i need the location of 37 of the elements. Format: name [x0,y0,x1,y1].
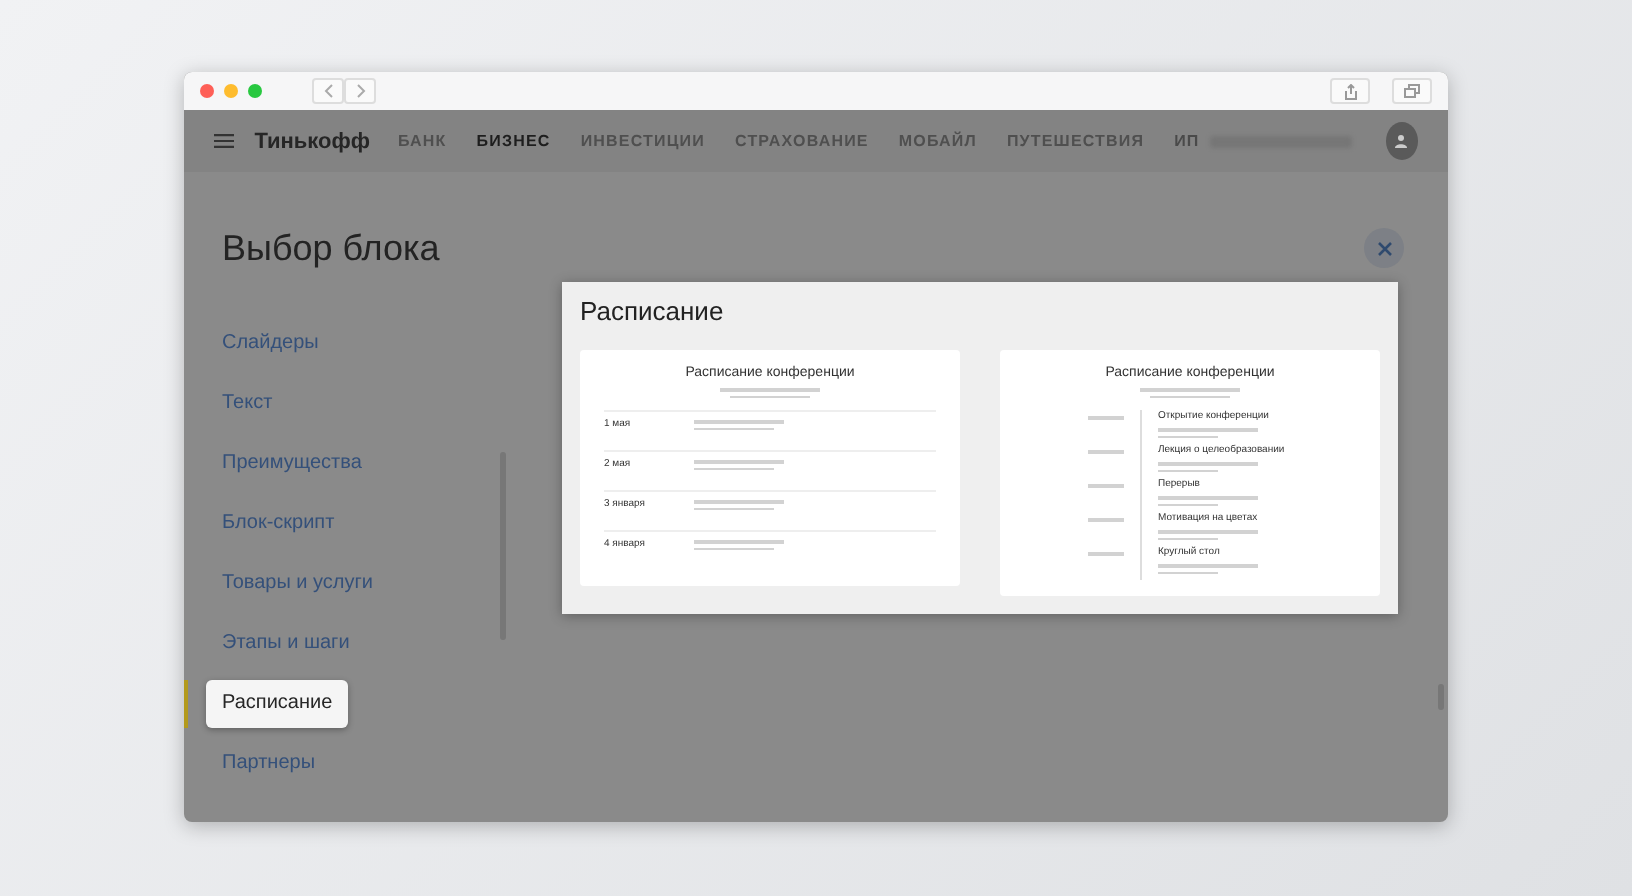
tabs-icon [1404,84,1420,98]
close-window-icon[interactable] [200,84,214,98]
sidebar-item[interactable]: Партнеры [222,740,316,788]
chevron-right-icon [355,84,365,98]
user-name: ИП [1174,132,1200,150]
chevron-left-icon [323,84,333,98]
menu-icon[interactable] [214,132,235,150]
preview-title: Расписание [580,296,726,326]
description-text [694,418,784,432]
sidebar-item[interactable]: Блок-скрипт [222,500,335,548]
avatar-icon[interactable] [1385,122,1419,160]
modal-title: Выбор блока [222,227,440,269]
sidebar-item[interactable]: Текст [222,380,273,428]
description-text [694,538,784,552]
description-text [1158,528,1258,542]
description-text [694,458,784,472]
description-text [1158,562,1258,576]
description-text [1158,426,1258,440]
close-button[interactable] [1364,228,1404,268]
sidebar-item[interactable]: Слайдеры [222,320,319,368]
sidebar-item[interactable]: Этапы и шаги [222,620,350,668]
sidebar-item[interactable]: Преимущества [222,440,362,488]
description-text [694,498,784,512]
tabs-button[interactable] [1392,78,1432,104]
share-icon [1343,83,1357,99]
back-button[interactable] [312,78,344,104]
sidebar-item[interactable]: Расписание [206,680,349,728]
maximize-window-icon[interactable] [248,84,262,98]
minimize-window-icon[interactable] [224,84,238,98]
sidebar-item[interactable]: Товары и услуги [222,560,373,608]
nav-link[interactable]: БИЗНЕС [476,132,551,150]
share-button[interactable] [1330,78,1370,104]
description-text [1158,460,1258,474]
brand-logo[interactable]: Тинькофф [254,129,370,153]
description-text [1158,494,1258,508]
forward-button[interactable] [344,78,376,104]
close-icon [1377,241,1391,255]
